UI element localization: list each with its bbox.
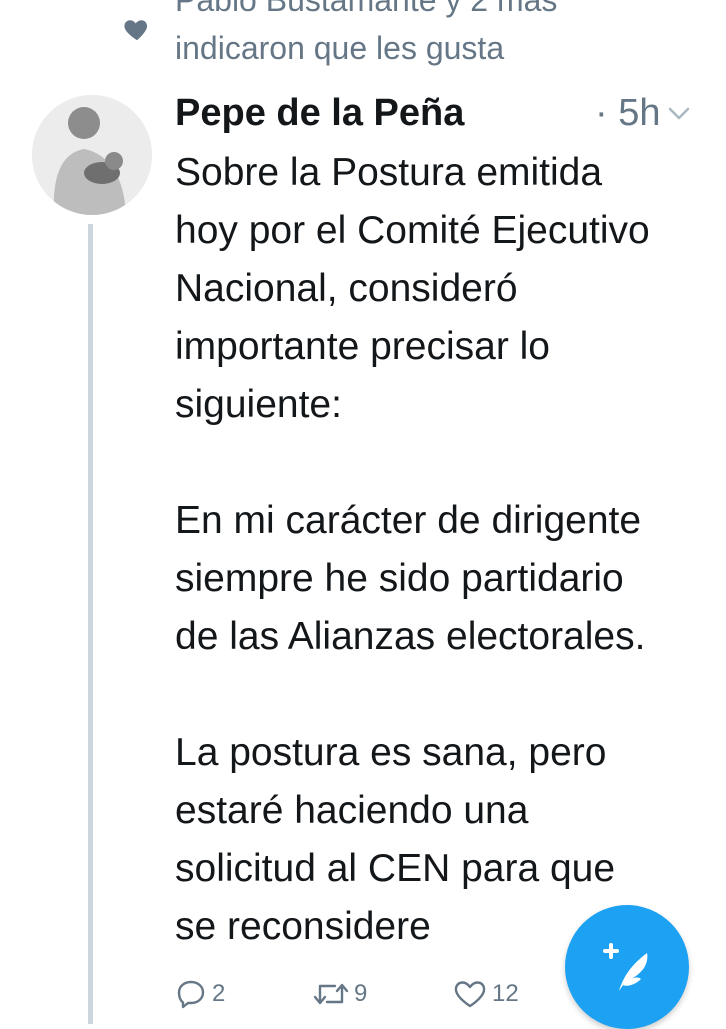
- author-name[interactable]: Pepe de la Peña: [175, 92, 464, 135]
- tweet-text: Sobre la Postura emitida hoy por el Comi…: [175, 144, 715, 956]
- chevron-down-icon[interactable]: [667, 104, 691, 124]
- like-button[interactable]: 12: [453, 972, 519, 1016]
- retweet-count: 9: [354, 980, 368, 1007]
- reply-count: 2: [212, 980, 226, 1007]
- avatar-photo: [32, 95, 152, 215]
- like-count: 12: [492, 980, 519, 1007]
- tweet-paragraph: En mi carácter de dirigente siempre he s…: [175, 499, 646, 658]
- retweet-icon: [313, 983, 349, 1005]
- compose-tweet-button[interactable]: [565, 905, 689, 1029]
- heart-icon: [124, 20, 148, 41]
- like-icon: [454, 981, 486, 1008]
- tweet-actions: 2 9 12: [175, 972, 595, 1016]
- tweet-paragraph: Sobre la Postura emitida hoy por el Comi…: [175, 151, 650, 426]
- tweet-header: Pepe de la Peña · 5h: [175, 88, 715, 140]
- avatar[interactable]: [32, 95, 152, 215]
- liked-by-text: indicaron que les gusta: [175, 30, 505, 66]
- reply-icon: [177, 980, 205, 1009]
- tweet-timestamp[interactable]: · 5h: [595, 92, 660, 135]
- thread-connector-line: [88, 224, 93, 1024]
- liked-by-names[interactable]: Pablo Bustamante y 2 más: [175, 0, 557, 19]
- reply-button[interactable]: 2: [175, 972, 225, 1016]
- compose-tweet-icon: [603, 943, 648, 991]
- retweet-button[interactable]: 9: [313, 972, 367, 1016]
- social-context: Pablo Bustamante y 2 más indicaron que l…: [0, 0, 726, 80]
